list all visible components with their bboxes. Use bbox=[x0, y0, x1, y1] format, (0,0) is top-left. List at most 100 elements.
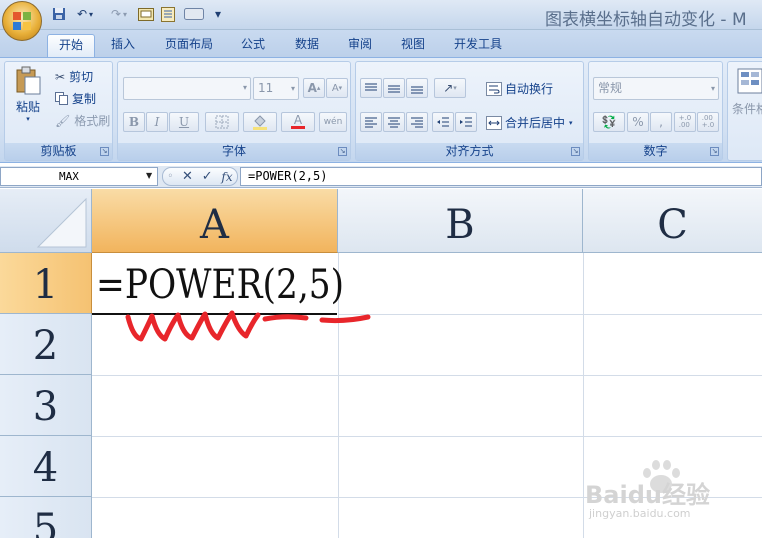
paste-dropdown-icon: ▾ bbox=[26, 115, 30, 123]
italic-button[interactable]: I bbox=[146, 112, 168, 132]
align-center-button[interactable] bbox=[383, 112, 405, 132]
align-middle-icon bbox=[388, 85, 400, 93]
underline-button[interactable]: U bbox=[169, 112, 199, 132]
print-preview-icon[interactable] bbox=[136, 5, 156, 23]
worksheet-grid: A B C 1 2 3 4 5 =POWER(2,5) Baidu经验 jing… bbox=[0, 189, 762, 538]
copy-icon bbox=[55, 92, 68, 105]
align-bottom-icon bbox=[411, 86, 423, 94]
conditional-format-icon bbox=[737, 68, 762, 94]
align-top-icon bbox=[365, 83, 377, 91]
enter-formula-icon[interactable]: ✓ bbox=[202, 169, 213, 184]
decrease-indent-icon bbox=[437, 117, 449, 127]
tab-home[interactable]: 开始 bbox=[47, 34, 95, 57]
tab-view[interactable]: 视图 bbox=[393, 34, 433, 57]
align-left-button[interactable] bbox=[360, 112, 382, 132]
formula-bar: MAX ▼ ◦ ✕ ✓ fx =POWER(2,5) bbox=[0, 166, 762, 188]
customize-quick-access-icon[interactable]: ▾ bbox=[212, 5, 224, 23]
shrink-font-button[interactable]: A ▾ bbox=[326, 78, 348, 98]
border-icon bbox=[215, 115, 229, 129]
number-group-label: 数字 bbox=[589, 143, 722, 160]
insert-function-icon[interactable]: fx bbox=[221, 170, 232, 184]
comma-button[interactable]: , bbox=[650, 112, 672, 132]
font-color-swatch bbox=[291, 126, 305, 129]
align-right-button[interactable] bbox=[406, 112, 428, 132]
currency-button[interactable]: 💱 bbox=[593, 112, 625, 132]
currency-icon: 💱 bbox=[601, 115, 617, 129]
camera-icon[interactable] bbox=[180, 5, 208, 23]
paste-button[interactable]: 粘贴 ▾ bbox=[11, 66, 45, 123]
redo-icon[interactable]: ↷ ▾ bbox=[104, 5, 134, 23]
number-launcher-icon[interactable]: ↘ bbox=[710, 147, 719, 156]
font-size-select[interactable]: 11 ▾ bbox=[253, 77, 299, 100]
shrink-font-glyph: A bbox=[331, 82, 339, 94]
orientation-button[interactable]: ↗ ▾ bbox=[434, 78, 466, 98]
increase-indent-button[interactable] bbox=[455, 112, 477, 132]
copy-label: 复制 bbox=[72, 92, 97, 106]
baidu-watermark: Baidu经验 jingyan.baidu.com bbox=[583, 457, 733, 527]
align-bottom-button[interactable] bbox=[406, 78, 428, 98]
paste-icon bbox=[16, 66, 41, 95]
format-painter-button[interactable]: 🖌 格式刷 bbox=[55, 112, 110, 129]
number-format-dropdown-icon: ▾ bbox=[710, 84, 715, 93]
bold-button[interactable]: B bbox=[123, 112, 145, 132]
decrease-decimal-button[interactable]: .00 +.0 bbox=[697, 112, 719, 132]
alignment-launcher-icon[interactable]: ↘ bbox=[571, 147, 580, 156]
clipboard-launcher-icon[interactable]: ↘ bbox=[100, 147, 109, 156]
font-launcher-icon[interactable]: ↘ bbox=[338, 147, 347, 156]
font-color-button[interactable]: A bbox=[281, 112, 315, 132]
tab-data[interactable]: 数据 bbox=[287, 34, 327, 57]
tab-page-layout[interactable]: 页面布局 bbox=[157, 34, 221, 57]
orientation-icon: ↗ bbox=[443, 81, 454, 95]
fill-color-button[interactable] bbox=[243, 112, 277, 132]
tab-review[interactable]: 审阅 bbox=[340, 34, 380, 57]
decrease-indent-button[interactable] bbox=[432, 112, 454, 132]
formula-input[interactable]: =POWER(2,5) bbox=[240, 167, 762, 186]
office-button[interactable] bbox=[2, 1, 42, 41]
conditional-format-button[interactable]: 条件格 bbox=[732, 68, 762, 117]
undo-icon[interactable]: ↶ ▾ bbox=[70, 5, 100, 23]
form-icon[interactable] bbox=[158, 5, 178, 23]
align-top-button[interactable] bbox=[360, 78, 382, 98]
number-format-value: 常规 bbox=[598, 81, 623, 95]
brush-icon: 🖌 bbox=[55, 113, 71, 128]
number-format-select[interactable]: 常规 ▾ bbox=[593, 77, 719, 100]
formula-buttons: ◦ ✕ ✓ fx bbox=[162, 167, 238, 186]
merge-center-dropdown-icon: ▾ bbox=[569, 118, 573, 127]
ribbon-tabs: 开始 插入 页面布局 公式 数据 审阅 视图 开发工具 bbox=[0, 30, 762, 57]
grow-font-button[interactable]: A ▴ bbox=[303, 78, 325, 98]
name-box[interactable]: MAX bbox=[0, 167, 158, 186]
phonetic-guide-button[interactable]: wén bbox=[319, 112, 347, 132]
increase-decimal-button[interactable]: +.0 .00 bbox=[674, 112, 696, 132]
merge-center-button[interactable]: 合并后居中 ▾ bbox=[486, 114, 573, 131]
cut-label: 剪切 bbox=[69, 70, 94, 84]
tab-developer[interactable]: 开发工具 bbox=[446, 34, 510, 57]
alignment-group-label: 对齐方式 bbox=[356, 143, 583, 160]
tab-insert[interactable]: 插入 bbox=[103, 34, 143, 57]
format-painter-label: 格式刷 bbox=[74, 114, 111, 128]
window-title: 图表横坐标轴自动变化 - M bbox=[545, 10, 747, 30]
grow-font-glyph: A bbox=[307, 81, 317, 95]
font-name-dropdown-icon: ▾ bbox=[242, 83, 247, 92]
name-box-dropdown-icon[interactable]: ▼ bbox=[146, 171, 152, 180]
merge-center-label: 合并后居中 bbox=[505, 116, 566, 130]
font-group: ▾ 11 ▾ A ▴ A ▾ B I U A wén 字体 ↘ bbox=[117, 61, 351, 161]
cut-button[interactable]: ✂ 剪切 bbox=[55, 68, 93, 85]
tab-formulas[interactable]: 公式 bbox=[233, 34, 273, 57]
cancel-formula-icon[interactable]: ✕ bbox=[182, 169, 193, 184]
align-middle-button[interactable] bbox=[383, 78, 405, 98]
increase-indent-icon bbox=[460, 117, 472, 127]
number-group: 常规 ▾ 💱 % , +.0 .00 .00 +.0 数字 ↘ bbox=[588, 61, 723, 161]
styles-group: 条件格 bbox=[727, 61, 762, 161]
wrap-text-button[interactable]: 自动换行 bbox=[486, 80, 553, 97]
scissors-icon: ✂ bbox=[55, 69, 66, 84]
save-icon[interactable] bbox=[50, 5, 68, 23]
paste-label: 粘贴 bbox=[15, 100, 40, 114]
align-left-icon bbox=[365, 117, 377, 128]
font-name-select[interactable]: ▾ bbox=[123, 77, 251, 100]
border-button[interactable] bbox=[205, 112, 239, 132]
clipboard-group-label: 剪贴板 bbox=[5, 143, 112, 160]
percent-button[interactable]: % bbox=[627, 112, 649, 132]
copy-button[interactable]: 复制 bbox=[55, 90, 96, 107]
font-color-glyph: A bbox=[293, 113, 303, 127]
formula-bar-handle-icon: ◦ bbox=[167, 171, 174, 182]
